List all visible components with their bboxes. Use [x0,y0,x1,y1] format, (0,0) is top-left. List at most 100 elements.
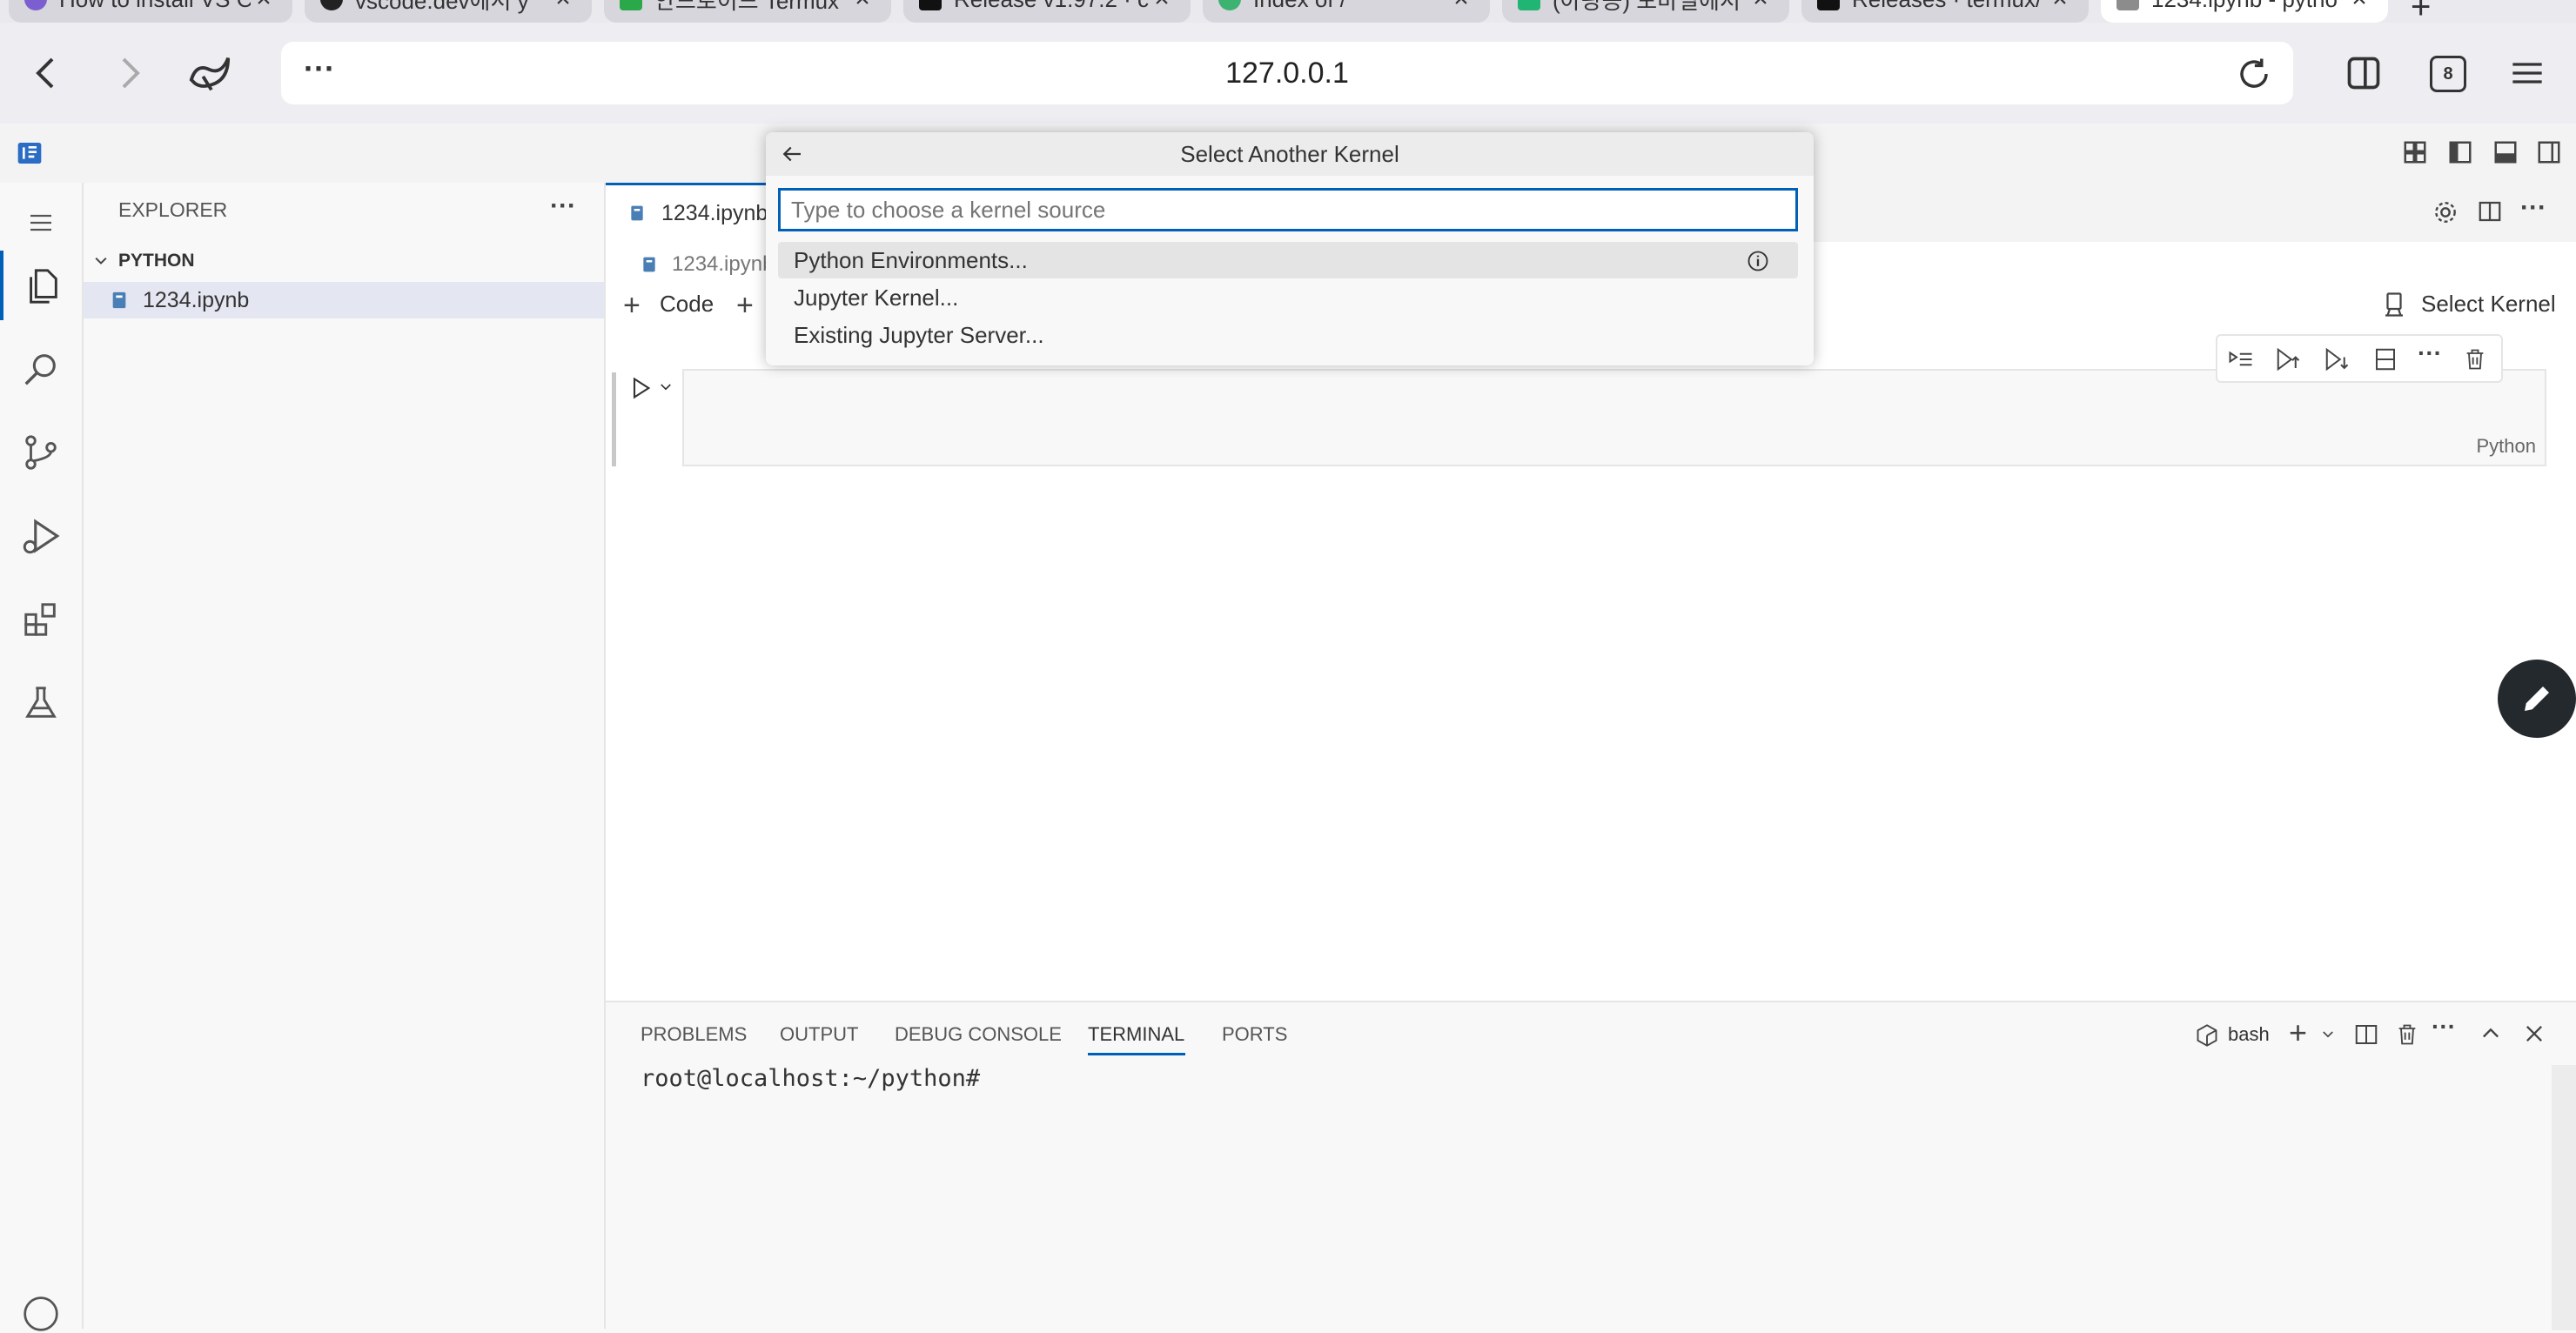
browser-tab-title: vscode.dev에서 y [355,0,529,14]
split-view-icon[interactable] [2345,54,2383,92]
close-tab-icon[interactable]: × [1149,0,1175,14]
panel-tab-ports[interactable]: PORTS [1222,1023,1287,1046]
close-tab-icon[interactable]: × [2346,0,2372,14]
add-code-cell-button[interactable]: Code [660,291,714,318]
testing-icon[interactable] [0,668,82,738]
close-tab-icon[interactable]: × [2047,0,2073,14]
run-cell-icon[interactable] [628,374,653,402]
terminal-prompt[interactable]: root@localhost:~/python# [641,1065,980,1092]
kernel-source-input[interactable] [778,188,1798,231]
browser-tab-7[interactable]: Releases · termux/ × [1801,0,2089,23]
file-row-1234-ipynb[interactable]: 1234.ipynb [84,282,604,318]
maximize-panel-icon[interactable] [2479,1022,2503,1046]
vscode-logo-icon[interactable] [16,139,44,167]
editor-tab-active[interactable]: 1234.ipynb [606,183,780,242]
tab-count-button[interactable]: 8 [2430,56,2466,92]
browser-logo-icon[interactable] [188,52,231,94]
url-text[interactable]: 127.0.0.1 [281,42,2293,104]
execute-above-icon[interactable] [2228,346,2254,372]
select-kernel-button[interactable]: Select Kernel [2421,291,2556,318]
browser-tab-title: Releases · termux/ [1852,0,2047,13]
favicon-icon [1218,0,1241,10]
sidebar-title: EXPLORER [118,198,228,221]
run-debug-icon[interactable] [0,501,82,571]
toggle-panel-icon[interactable] [2492,139,2519,165]
back-arrow-icon[interactable] [26,52,68,94]
panel-tab-terminal[interactable]: TERMINAL [1088,1023,1184,1046]
browser-tab-5[interactable]: Index of / × [1203,0,1490,23]
panel-more-actions-icon[interactable]: ··· [2432,1013,2456,1041]
edit-fab[interactable] [2498,660,2576,738]
gear-icon[interactable] [2432,198,2459,226]
files-icon[interactable] [0,251,82,320]
run-below-icon[interactable] [2324,346,2350,372]
browser-tab-2[interactable]: vscode.dev에서 y × [305,0,592,23]
quick-pick-item-python-environments[interactable]: Python Environments... [778,242,1798,278]
cell-more-actions-icon[interactable]: ··· [2418,339,2442,367]
browser-tab-6[interactable]: (아팡공) 모바일에서 × [1502,0,1789,23]
code-cell-editor[interactable]: Python [682,369,2546,466]
add-markdown-cell-plus-icon[interactable]: + [736,289,754,323]
customize-layout-icon[interactable] [2402,139,2428,165]
split-editor-icon[interactable] [2477,198,2503,224]
run-above-icon[interactable] [2275,346,2301,372]
explorer-sidebar: EXPLORER ··· PYTHON 1234.ipynb [84,183,606,1329]
trash-icon[interactable] [2463,346,2487,372]
quick-pick-item-jupyter-kernel[interactable]: Jupyter Kernel... [778,279,1798,316]
browser-tab-8-active[interactable]: 1234.ipynb - pytho × [2101,0,2388,23]
folder-row[interactable]: PYTHON [84,244,604,278]
split-cell-icon[interactable] [2372,346,2398,372]
favicon-icon [2116,0,2139,10]
toggle-primary-sidebar-icon[interactable] [2447,139,2473,165]
new-terminal-plus-icon[interactable]: + [2289,1015,2307,1051]
reload-icon[interactable] [2236,56,2272,92]
browser-tab-strip: How to install VS C × vscode.dev에서 y × 안… [0,0,2576,23]
url-bar[interactable]: ··· 127.0.0.1 [281,42,2293,104]
panel-tab-output[interactable]: OUTPUT [780,1023,858,1046]
application-menu-icon[interactable] [0,197,82,249]
panel-tab-problems[interactable]: PROBLEMS [641,1023,747,1046]
notebook-file-icon [631,205,643,221]
favicon-icon [1817,0,1840,10]
split-terminal-icon[interactable] [2353,1022,2379,1048]
quick-pick-item-existing-jupyter-server[interactable]: Existing Jupyter Server... [778,317,1798,353]
panel-tab-debug-console[interactable]: DEBUG CONSOLE [895,1023,1062,1046]
terminal-shell-label[interactable]: bash [2228,1023,2270,1046]
close-tab-icon[interactable]: × [1748,0,1774,14]
browser-tab-title: Release v1.97.2 · c [954,0,1149,13]
activity-bar [0,183,84,1331]
chevron-down-icon[interactable] [2320,1027,2336,1042]
chevron-down-icon[interactable] [658,379,674,395]
folder-name: PYTHON [118,251,195,271]
hamburger-menu-icon[interactable] [2510,56,2545,90]
kernel-icon[interactable] [2381,291,2407,318]
add-code-cell-plus-icon[interactable]: + [623,289,641,323]
editor-more-actions-icon[interactable]: ··· [2520,193,2546,223]
quick-pick-item-label: Jupyter Kernel... [794,285,959,311]
close-tab-icon[interactable]: × [251,0,277,14]
toggle-secondary-sidebar-icon[interactable] [2536,139,2562,165]
new-tab-button[interactable]: + [2411,0,2431,23]
source-control-icon[interactable] [0,418,82,487]
accounts-icon[interactable] [0,1296,82,1331]
browser-tab-1[interactable]: How to install VS C × [9,0,292,23]
close-icon[interactable] [2522,1022,2546,1046]
favicon-icon [320,0,343,10]
favicon-icon [620,0,642,10]
bottom-panel: PROBLEMS OUTPUT DEBUG CONSOLE TERMINAL P… [606,1001,2576,1330]
close-tab-icon[interactable]: × [550,0,576,14]
search-icon[interactable] [0,334,82,404]
close-tab-icon[interactable]: × [1448,0,1474,14]
browser-tab-3[interactable]: 안드로이드 Termux × [604,0,891,23]
quick-pick-title: Select Another Kernel [1180,141,1399,167]
info-icon [1748,251,1768,271]
extensions-icon[interactable] [0,585,82,654]
browser-tab-4[interactable]: Release v1.97.2 · c × [903,0,1191,23]
browser-tab-title: Index of / [1253,0,1448,13]
close-tab-icon[interactable]: × [849,0,875,14]
terminal-scrollbar[interactable] [2552,1065,2576,1330]
trash-icon[interactable] [2395,1022,2419,1048]
cell-language-label[interactable]: Python [2477,435,2537,458]
more-actions-icon[interactable]: ··· [550,191,576,221]
forward-arrow-icon[interactable] [108,52,150,94]
